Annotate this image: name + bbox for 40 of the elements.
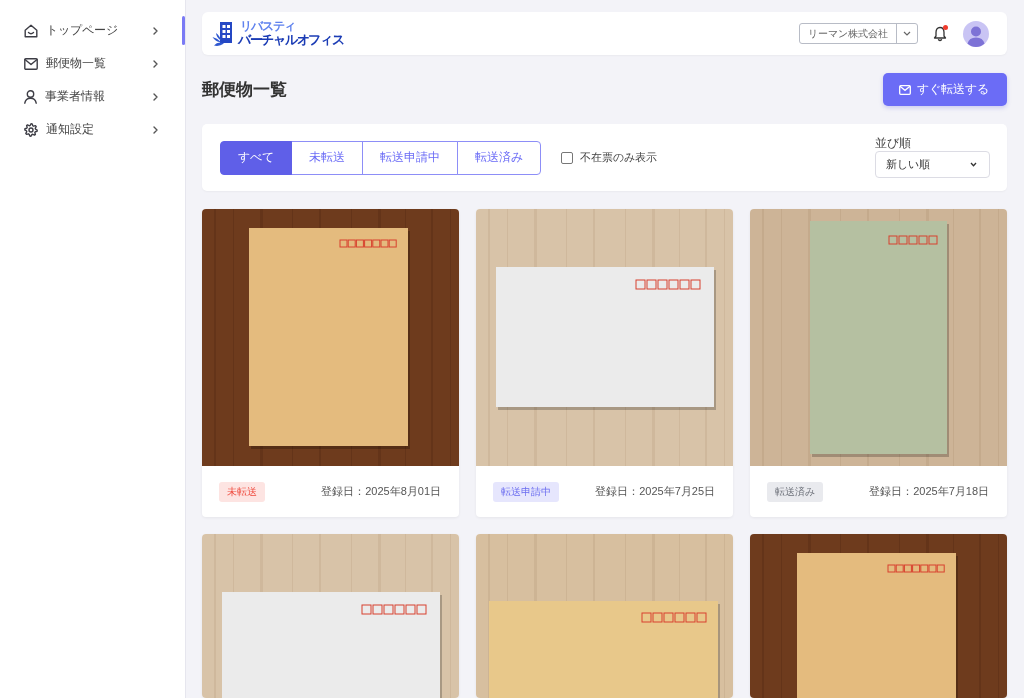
sidebar-item[interactable]: 通知設定 — [0, 114, 185, 145]
gear-icon — [24, 122, 38, 137]
mail-icon — [24, 57, 38, 70]
page-title: 郵便物一覧 — [202, 79, 287, 101]
sort-label: 並び順 — [875, 137, 912, 151]
caret-icon — [903, 31, 911, 36]
forward-now-button[interactable]: すぐ転送する — [883, 73, 1007, 106]
home-icon — [24, 23, 38, 38]
company-select[interactable]: リーマン株式会社 — [799, 23, 918, 44]
bell-icon[interactable] — [933, 25, 947, 42]
sidebar-item[interactable]: トップページ — [0, 15, 185, 46]
logo-tagline: リバスティ — [240, 20, 296, 33]
chevron-icon — [153, 125, 158, 134]
mail-card[interactable]: 転送申請中 登録日：2025年7月25日 — [476, 209, 733, 517]
registered-date: 登録日：2025年7月18日 — [869, 484, 989, 499]
chevron-icon — [153, 26, 158, 35]
avatar-icon[interactable] — [963, 20, 989, 47]
mail-card[interactable]: 転送済み 登録日：2025年7月18日 — [750, 209, 1007, 517]
sidebar-item[interactable]: 事業者情報 — [0, 81, 185, 112]
filter-tab[interactable]: 転送済み — [457, 140, 541, 175]
sort-select[interactable]: 新しい順 — [875, 150, 990, 178]
checkbox-label[interactable]: 不在票のみ表示 — [580, 150, 657, 165]
registered-date: 登録日：2025年8月01日 — [321, 484, 441, 499]
filter-tab[interactable]: 未転送 — [291, 140, 363, 175]
filter-tab[interactable]: すべて — [220, 140, 292, 175]
status-badge: 転送済み — [767, 481, 823, 502]
mail-card[interactable]: 未転送 登録日：2025年8月01日 — [202, 209, 459, 517]
registered-date: 登録日：2025年7月25日 — [595, 484, 715, 499]
person-icon — [24, 89, 37, 104]
sidebar-item[interactable]: 郵便物一覧 — [0, 48, 185, 79]
status-badge: 転送申請中 — [493, 481, 559, 502]
chevron-down-icon — [970, 161, 977, 167]
mail-icon — [899, 84, 911, 95]
status-badge: 未転送 — [219, 481, 265, 502]
checkbox[interactable] — [561, 151, 573, 164]
logo-text: バーチャルオフィス — [238, 32, 344, 47]
envelope-photo[interactable] — [750, 534, 1007, 698]
chevron-icon — [153, 59, 158, 68]
filter-tab[interactable]: 転送申請中 — [362, 140, 458, 175]
chevron-icon — [153, 92, 158, 101]
